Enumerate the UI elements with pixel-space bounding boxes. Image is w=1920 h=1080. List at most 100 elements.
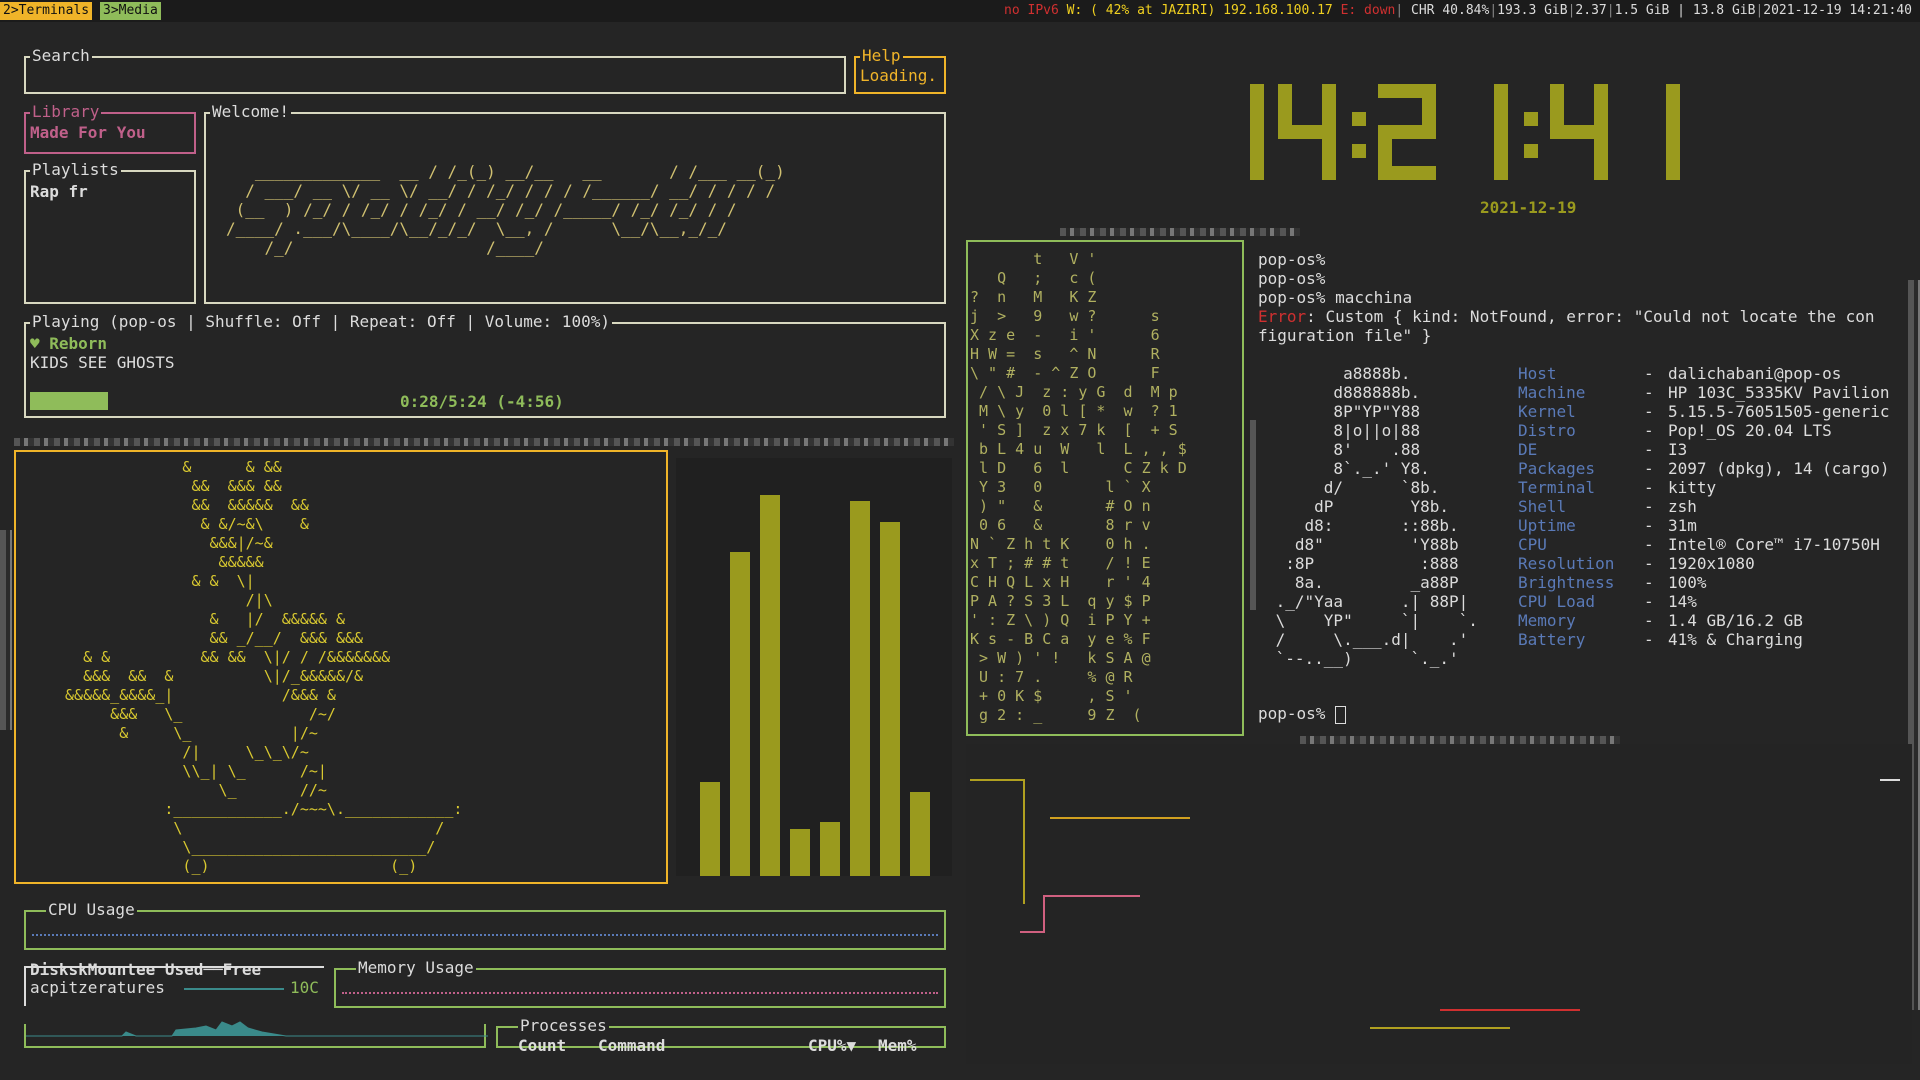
info-value: Pop!_OS 20.04 LTS [1668,421,1832,440]
info-separator: - [1644,516,1654,535]
info-value: HP 103C_5335KV Pavilion [1668,383,1890,402]
info-value: 100% [1668,573,1707,592]
playbar-box: Playing (pop-os | Shuffle: Off | Repeat:… [24,312,946,418]
info-value: 31m [1668,516,1697,535]
info-value: 2097 (dpkg), 14 (cargo) [1668,459,1890,478]
col-command[interactable]: Command [598,1036,665,1055]
progress-bar[interactable]: 0:28/5:24 (-4:56) [30,392,938,411]
workspace-media[interactable]: 3>Media [100,2,161,20]
clock-pane: 2021-12-19 [966,40,1912,230]
search-label: Search [30,46,92,66]
playlist-item[interactable]: Rap fr [30,182,88,201]
info-value: 1.4 GB/16.2 GB [1668,611,1803,630]
info-key: Machine [1518,383,1586,402]
info-row: Memory -1.4 GB/16.2 GB [1518,611,1890,630]
progress-text: 0:28/5:24 (-4:56) [400,392,564,411]
col-count[interactable]: Count [518,1036,566,1055]
disk-col: e Used [145,960,204,979]
info-value: 5.15.5-76051505-generic [1668,402,1890,421]
workspace-terminals[interactable]: 2>Terminals [0,2,93,20]
info-key: Terminal [1518,478,1596,497]
info-separator: - [1644,402,1654,421]
charge-status: CHR 40.84% [1411,3,1490,18]
info-separator: - [1644,421,1654,440]
error-message: : Custom { kind: NotFound, error: "Could… [1306,307,1875,326]
network-box [24,1021,488,1048]
disks-header: DiskskMountee Used──Free [30,960,262,979]
info-row: CPU - Intel® Core™ i7-10750H [1518,535,1890,554]
load-status: 2.37 [1575,3,1607,18]
memory-graph [342,992,938,994]
glitch-strip [14,438,954,446]
terminal-line: pop-os% [1258,250,1326,269]
info-value: 1920x1080 [1668,554,1755,573]
info-key: Distro [1518,421,1576,440]
processes-box: Processes Count Command CPU%▼ Mem% [496,1016,946,1055]
macchina-ascii-art: a8888b. d888888b. 8P"YP"Y88 8|o||o|88 8'… [1275,364,1478,668]
info-row: Brightness -100% [1518,573,1890,592]
library-box[interactable]: Library Made For You [24,102,196,154]
terminal-prompt[interactable]: pop-os% [1258,704,1347,724]
library-item-made-for-you[interactable]: Made For You [30,123,146,142]
playlists-box[interactable]: Playlists Rap fr [24,160,196,304]
terminal-pane[interactable]: pop-os% pop-os% pop-os% macchina Error: … [1252,244,1912,734]
playing-label: Playing (pop-os | Shuffle: Off | Repeat:… [30,312,612,332]
info-row: Kernel -5.15.5-76051505-generic [1518,402,1890,421]
datetime-status: 2021-12-19 14:21:40 [1763,3,1912,18]
info-row: Uptime -31m [1518,516,1890,535]
graph-lines [970,779,1900,1029]
welcome-ascii-art: _____________ __ / /_(_) __/__ __ / /___… [226,162,785,257]
visualizer-bar [760,495,780,876]
info-separator: - [1644,440,1654,459]
info-key: Resolution [1518,554,1615,573]
cpu-usage-box: CPU Usage [24,900,946,950]
bonsai-pane: & & && && &&& && && &&&&& && & &/~&\ & &… [14,450,668,884]
prompt-text: pop-os% [1258,704,1326,723]
temperature: 10C [290,978,319,997]
info-row: DE - I3 [1518,440,1890,459]
visualizer-bar [790,829,810,876]
info-key: Memory [1518,611,1576,630]
info-key: Uptime [1518,516,1576,535]
info-value: I3 [1668,440,1688,459]
info-row: Battery -41% & Charging [1518,630,1890,649]
info-separator: - [1644,364,1654,383]
info-value: zsh [1668,497,1697,516]
track-name: ♥ Reborn [30,334,108,353]
help-box[interactable]: Help Loading. [854,46,946,94]
cpu-usage-label: CPU Usage [46,900,137,920]
disk-col: skMounte [68,960,146,979]
info-key: Host [1518,364,1557,383]
col-cpu[interactable]: CPU%▼ [808,1036,856,1055]
error-word: Error [1258,307,1307,326]
info-separator: - [1644,554,1654,573]
visualizer-bar [850,501,870,876]
cmatrix-pane: t V ' Q ; c ( ? n M K Z j > 9 w ? s X z … [966,240,1244,736]
info-key: CPU [1518,535,1547,554]
info-row: CPU Load -14% [1518,592,1890,611]
bonsai-ascii-art: & & && && &&& && && &&&&& && & &/~&\ & &… [65,458,463,875]
welcome-label: Welcome! [210,102,292,122]
cpu-graph [32,934,938,936]
info-separator: - [1644,592,1654,611]
visualizer-bar [820,822,840,876]
info-value: 41% & Charging [1668,630,1803,649]
search-box[interactable]: Search [24,46,846,94]
info-value: kitty [1668,478,1717,497]
info-row: Packages -2097 (dpkg), 14 (cargo) [1518,459,1890,478]
visualizer-bar [730,552,750,876]
terminal-line: pop-os% macchina [1258,288,1413,307]
info-key: Battery [1518,630,1586,649]
clock-time [1206,84,1686,180]
progress-fill [30,392,109,410]
info-row: Terminal - kitty [1518,478,1890,497]
info-separator: - [1644,535,1654,554]
cursor [1335,705,1347,724]
visualizer-bar [880,522,900,876]
memory-usage-label: Memory Usage [356,958,476,978]
disk-col: Free [222,960,262,979]
visualizer-bar [910,792,930,876]
ipv6-status: no IPv6 [1004,3,1059,18]
col-mem[interactable]: Mem% [878,1036,917,1055]
memory-status: 1.5 GiB | 13.8 GiB [1614,3,1756,18]
